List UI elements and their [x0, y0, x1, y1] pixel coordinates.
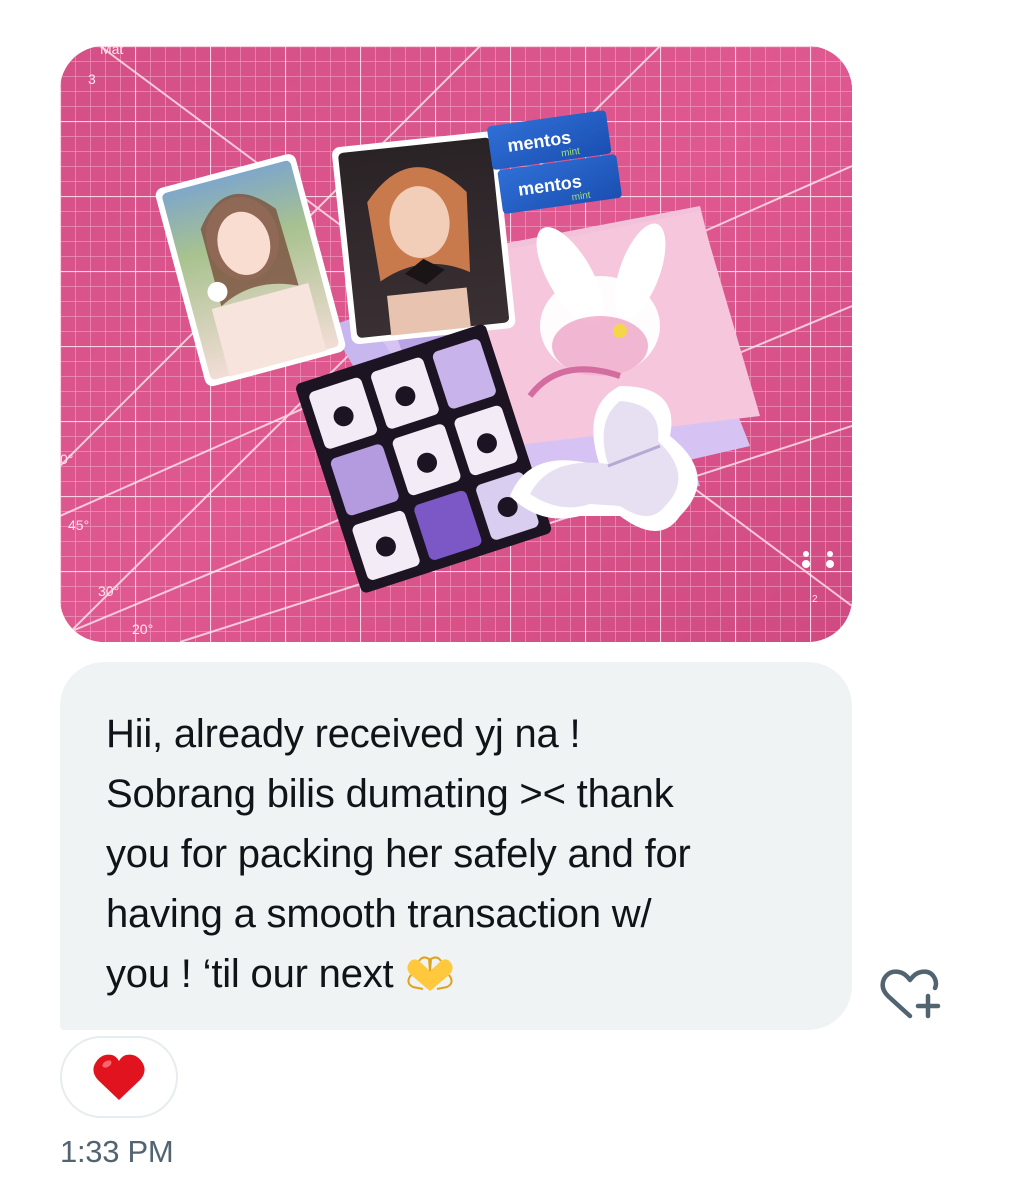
- reaction-heart[interactable]: [60, 1036, 178, 1118]
- mat-label-2: 2: [812, 594, 818, 605]
- add-reaction-button[interactable]: [878, 966, 944, 1022]
- red-heart-icon: [93, 1054, 145, 1100]
- photo-illustration: Mat 3 0° 45° 30° 20° 2 mentos mint mento…: [60, 46, 852, 642]
- message-bubble[interactable]: Hii, already received yj na ! Sobrang bi…: [60, 662, 852, 1030]
- mat-label-20deg: 20°: [132, 621, 153, 637]
- mat-label-30deg: 30°: [98, 583, 119, 599]
- heart-plus-icon: [880, 969, 941, 1019]
- photo-attachment[interactable]: Mat 3 0° 45° 30° 20° 2 mentos mint mento…: [60, 46, 852, 642]
- mat-label-0deg: 0°: [60, 451, 73, 467]
- message-text-body: Hii, already received yj na ! Sobrang bi…: [106, 712, 691, 996]
- message-timestamp: 1:33 PM: [60, 1134, 174, 1169]
- mat-label-mat: Mat: [100, 46, 123, 57]
- mat-label-3: 3: [88, 71, 96, 87]
- message-text: Hii, already received yj na ! Sobrang bi…: [106, 704, 808, 1010]
- mat-label-45deg: 45°: [68, 517, 89, 533]
- heart-hands-icon: [403, 950, 457, 1010]
- photocard-2: [332, 131, 516, 345]
- dm-thread: Mat 3 0° 45° 30° 20° 2 mentos mint mento…: [0, 0, 1026, 1200]
